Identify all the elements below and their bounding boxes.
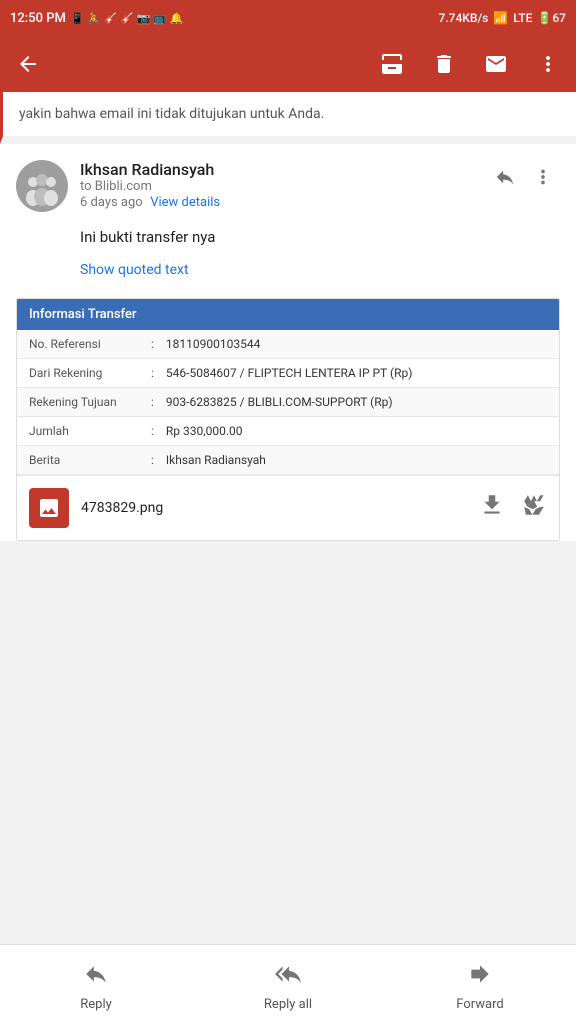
reply-quick-button[interactable]: [488, 160, 522, 200]
email-card: Ikhsan Radiansyah to Blibli.com 6 days a…: [0, 144, 576, 541]
transfer-value-3: Rp 330,000.00: [158, 417, 559, 445]
avatar: [16, 160, 68, 212]
transfer-value-1: 546-5084607 / FLIPTECH LENTERA IP PT (Rp…: [158, 359, 559, 387]
forward-label: Forward: [456, 997, 503, 1012]
reply-button[interactable]: Reply: [0, 953, 192, 1020]
email-actions: [488, 160, 560, 200]
archive-button[interactable]: [372, 44, 412, 84]
status-battery: 🔋67: [537, 11, 566, 25]
status-bar: 12:50 PM 📱 🚴 🎸 🎸 📷 📺 🔔 7.74KB/s 📶 LTE 🔋6…: [0, 0, 576, 36]
email-time-row: 6 days ago View details: [80, 194, 476, 210]
transfer-table: Informasi Transfer No. Referensi : 18110…: [16, 298, 560, 541]
app-bar: [0, 36, 576, 92]
mark-unread-button[interactable]: [476, 44, 516, 84]
forward-icon: [467, 961, 493, 993]
email-time: 6 days ago: [80, 195, 143, 210]
email-info: Ikhsan Radiansyah to Blibli.com 6 days a…: [80, 160, 476, 210]
transfer-row-4: Berita : Ikhsan Radiansyah: [17, 446, 559, 475]
transfer-row-3: Jumlah : Rp 330,000.00: [17, 417, 559, 446]
show-quoted-button[interactable]: Show quoted text: [0, 254, 576, 298]
attachment-filename: 4783829.png: [81, 500, 467, 516]
download-icon[interactable]: [479, 492, 505, 524]
status-lte: LTE: [513, 11, 532, 25]
bottom-action-bar: Reply Reply all Forward: [0, 944, 576, 1024]
transfer-row-1: Dari Rekening : 546-5084607 / FLIPTECH L…: [17, 359, 559, 388]
sender-name: Ikhsan Radiansyah: [80, 160, 476, 179]
email-to: to Blibli.com: [80, 179, 476, 194]
reply-icon: [83, 961, 109, 993]
status-speed: 7.74KB/s: [439, 11, 489, 25]
transfer-label-0: No. Referensi: [17, 330, 147, 358]
transfer-value-2: 903-6283825 / BLIBLI.COM-SUPPORT (Rp): [158, 388, 559, 416]
status-time-area: 12:50 PM 📱 🚴 🎸 🎸 📷 📺 🔔: [10, 11, 183, 26]
status-icons: 📱 🚴 🎸 🎸 📷 📺 🔔: [71, 12, 183, 25]
email-body: Ini bukti transfer nya: [0, 228, 576, 254]
reply-all-icon: [275, 961, 301, 993]
attachment-actions: [479, 492, 547, 524]
transfer-value-0: 18110900103544: [158, 330, 559, 358]
transfer-row-0: No. Referensi : 18110900103544: [17, 330, 559, 359]
email-body-text: Ini bukti transfer nya: [80, 228, 215, 246]
transfer-table-header: Informasi Transfer: [17, 299, 559, 330]
quoted-top-section: yakin bahwa email ini tidak ditujukan un…: [0, 92, 576, 144]
back-button[interactable]: [8, 44, 48, 84]
transfer-label-3: Jumlah: [17, 417, 147, 445]
attachment-thumbnail: [29, 488, 69, 528]
transfer-label-4: Berita: [17, 446, 147, 474]
transfer-label-1: Dari Rekening: [17, 359, 147, 387]
reply-all-button[interactable]: Reply all: [192, 953, 384, 1020]
status-signal: 📶: [493, 11, 508, 25]
transfer-row-2: Rekening Tujuan : 903-6283825 / BLIBLI.C…: [17, 388, 559, 417]
quoted-top-text: yakin bahwa email ini tidak ditujukan un…: [19, 106, 324, 122]
more-options-button[interactable]: [528, 44, 568, 84]
status-time: 12:50 PM: [10, 11, 66, 26]
view-details-link[interactable]: View details: [150, 195, 220, 210]
reply-all-label: Reply all: [264, 997, 312, 1012]
drive-save-icon[interactable]: [521, 492, 547, 524]
transfer-value-4: Ikhsan Radiansyah: [158, 446, 559, 474]
forward-button[interactable]: Forward: [384, 953, 576, 1020]
status-right-area: 7.74KB/s 📶 LTE 🔋67: [439, 11, 566, 25]
email-header: Ikhsan Radiansyah to Blibli.com 6 days a…: [0, 144, 576, 228]
email-more-button[interactable]: [526, 160, 560, 200]
delete-button[interactable]: [424, 44, 464, 84]
transfer-label-2: Rekening Tujuan: [17, 388, 147, 416]
attachment-row: 4783829.png: [17, 475, 559, 540]
reply-label: Reply: [80, 997, 112, 1012]
